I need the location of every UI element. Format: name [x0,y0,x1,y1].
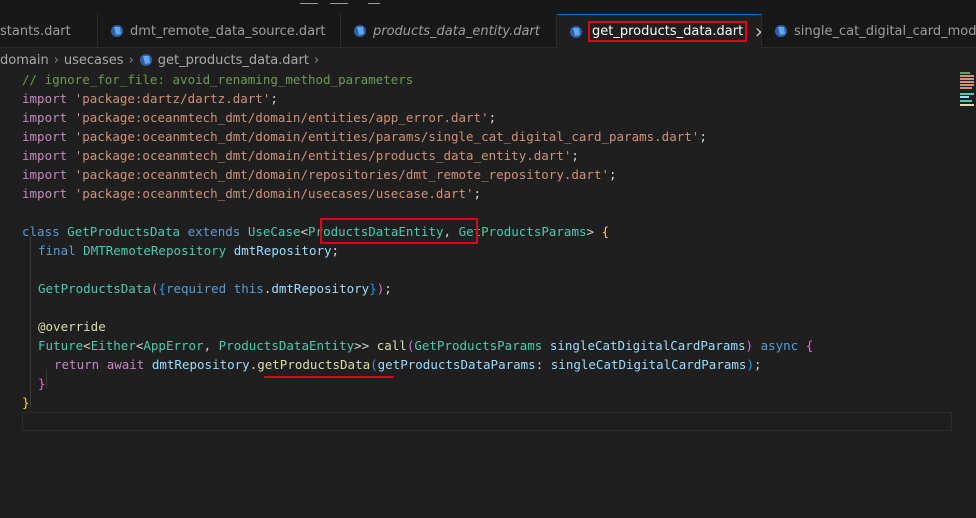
code-line-comment: // ignore_for_file: avoid_renaming_metho… [22,72,414,87]
indent-guide [46,369,47,388]
tab-dmt-remote-data-source[interactable]: dmt_remote_data_source.dart [98,14,341,48]
minimap-line [960,78,974,80]
minimap-line [960,75,974,77]
breadcrumb-item-usecases[interactable]: usecases [64,53,124,68]
minimap-line [960,104,974,106]
code-line-class-decl: class GetProductsData extends UseCase<Pr… [22,224,610,239]
strip-mark [330,0,348,4]
breadcrumb-item-file[interactable]: get_products_data.dart [158,53,309,68]
tab-products-data-entity[interactable]: products_data_entity.dart [341,14,557,48]
minimap-line [960,87,972,89]
breadcrumb-item-domain[interactable]: domain [0,53,49,68]
breadcrumb-separator: › [53,52,59,68]
dart-file-icon [354,25,366,37]
minimap-line [960,84,974,86]
dart-file-icon [111,25,123,37]
indent-guide [30,236,31,407]
code-line-class-close: } [22,395,30,410]
minimap-line [960,72,970,74]
tab-label: products_data_entity.dart [373,23,540,39]
dart-file-icon [570,25,582,38]
tab-label: stants.dart [0,23,71,39]
code-line-annotation: @override [38,319,106,334]
code-editor[interactable]: // ignore_for_file: avoid_renaming_metho… [0,70,956,518]
code-line-constructor: GetProductsData({required this.dmtReposi… [38,281,392,296]
dart-file-icon [775,25,787,37]
code-line-import: import 'package:dartz/dartz.dart'; [22,91,278,106]
code-line-import: import 'package:oceanmtech_dmt/domain/en… [22,110,497,125]
code-line-import: import 'package:oceanmtech_dmt/domain/re… [22,167,617,182]
tab-get-products-data[interactable]: get_products_data.dart × [557,14,762,48]
window-top-strip [0,0,976,14]
code-line-import: import 'package:oceanmtech_dmt/domain/en… [22,129,707,144]
tab-label: get_products_data.dart [588,21,748,42]
code-line-field: final DMTRemoteRepository dmtRepository; [38,243,340,258]
tab-label: single_cat_digital_card_mode [794,23,976,39]
breadcrumb-separator: › [128,52,134,68]
minimap-line [960,81,974,83]
code-line-method-signature: Future<Either<AppError, ProductsDataEnti… [38,338,814,353]
breadcrumb: domain › usecases › get_products_data.da… [0,49,976,71]
code-line-import: import 'package:oceanmtech_dmt/domain/en… [22,148,579,163]
minimap[interactable] [958,70,976,110]
highlight-box-entity-type [320,218,478,244]
minimap-line [960,96,969,98]
strip-mark [368,0,380,4]
tab-single-cat-digital-card-model[interactable]: single_cat_digital_card_mode [762,14,976,48]
code-line-method-close: } [38,376,46,391]
minimap-line [960,93,974,95]
minimap-line [960,100,972,102]
strip-mark [300,0,318,4]
editor-tab-bar: stants.dart dmt_remote_data_source.dart … [0,14,976,48]
tab-constants[interactable]: stants.dart [0,14,98,48]
breadcrumb-separator: › [313,52,320,68]
current-line-highlight [22,412,952,431]
highlight-underline-call [264,376,394,378]
code-line-return: return await dmtRepository.getProductsDa… [54,357,762,372]
close-icon[interactable]: × [754,23,761,41]
tab-label: dmt_remote_data_source.dart [130,23,326,39]
code-line-import: import 'package:oceanmtech_dmt/domain/us… [22,186,482,201]
dart-file-icon [139,54,152,66]
